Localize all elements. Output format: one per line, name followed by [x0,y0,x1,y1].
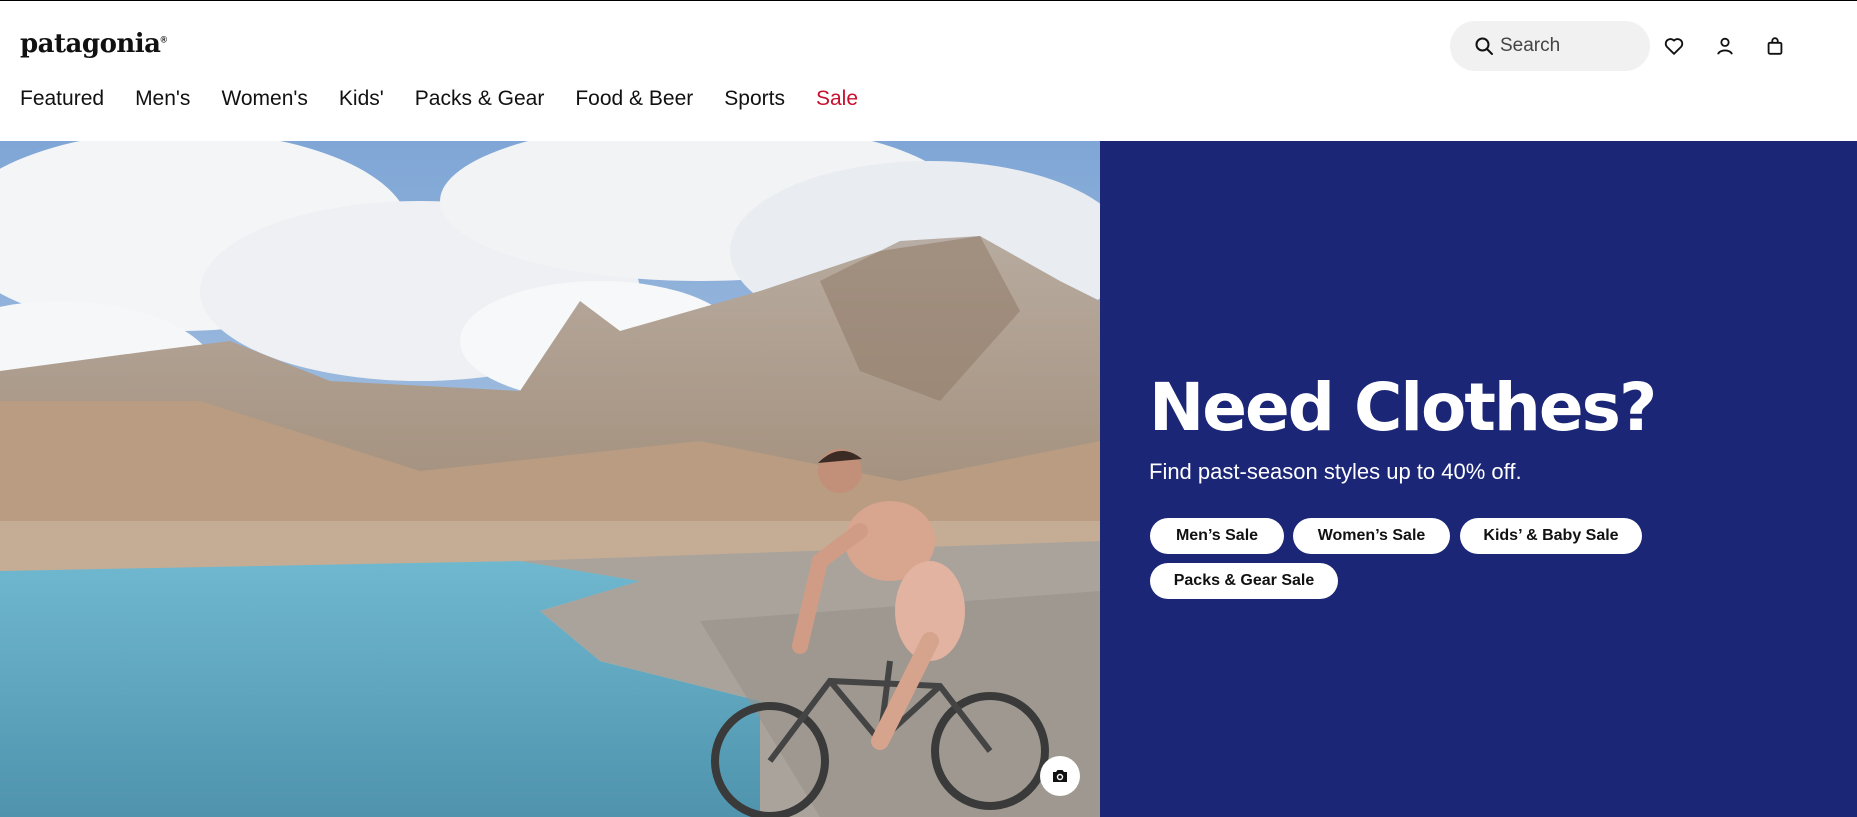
nav-item-kids[interactable]: Kids' [339,87,384,111]
promo-title: Need Clothes? [1149,369,1657,446]
womens-sale-button[interactable]: Women’s Sale [1293,518,1450,554]
bag-icon[interactable] [1764,35,1786,57]
packs-gear-sale-button[interactable]: Packs & Gear Sale [1150,563,1338,599]
hero-image [0,141,1100,817]
photo-credit-button[interactable] [1040,756,1080,796]
site-header: patagonia® Search Featured Men's Women's… [0,1,1857,141]
search-icon [1475,37,1493,55]
nav-item-sale[interactable]: Sale [816,87,858,111]
mens-sale-button[interactable]: Men’s Sale [1150,518,1284,554]
promo-subtitle: Find past-season styles up to 40% off. [1149,459,1522,484]
camera-icon [1053,770,1067,782]
nav-item-featured[interactable]: Featured [20,87,104,111]
nav-item-womens[interactable]: Women's [221,87,307,111]
kids-baby-sale-button[interactable]: Kids’ & Baby Sale [1460,518,1642,554]
sale-promo-panel: Need Clothes? Find past-season styles up… [1100,141,1857,817]
nav-item-packs-gear[interactable]: Packs & Gear [415,87,545,111]
hero-photo [0,141,1100,817]
nav-item-sports[interactable]: Sports [724,87,785,111]
account-icon[interactable] [1714,35,1736,57]
nav-item-food-beer[interactable]: Food & Beer [575,87,693,111]
heart-icon[interactable] [1663,35,1685,57]
search-placeholder: Search [1500,35,1561,56]
nav-item-mens[interactable]: Men's [135,87,190,111]
patagonia-logo[interactable]: patagonia® [20,29,167,59]
main-nav: Featured Men's Women's Kids' Packs & Gea… [20,87,889,111]
search-input[interactable]: Search [1450,21,1650,71]
